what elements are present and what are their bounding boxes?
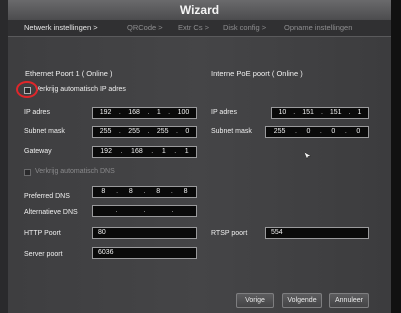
pref-dns-octet-2: 8 [128,188,133,195]
server-port-field[interactable]: 6036 [92,247,197,259]
cancel-button[interactable]: Annuleer [329,293,369,308]
poe-subnet-octet-3: 0 [331,128,336,135]
previous-button[interactable]: Vorige [236,293,274,308]
auto-dns-checkbox[interactable] [24,169,31,176]
tab-disk-config[interactable]: Disk config > [223,21,266,35]
gateway-octet-4: 1 [184,148,189,155]
http-port-field[interactable]: 80 [92,227,197,239]
poe-ip-octet-3: 151 [329,109,342,116]
monitor-bezel-left [0,0,8,313]
poe-subnet-mask-field[interactable]: 255. 0. 0. 0 [265,126,369,138]
ip-octet-3: 1 [156,109,161,116]
subnet-octet-4: 0 [185,128,190,135]
ip-octet-4: 100 [177,109,190,116]
monitor-bezel-right [391,0,401,313]
wizard-panel [8,20,391,313]
window-title: Wizard [8,0,391,20]
preferred-dns-field[interactable]: 8. 8. 8. 8 [92,186,197,198]
gateway-label: Gateway [24,148,52,155]
ip-address-field[interactable]: 192. 168. 1. 100 [92,107,197,119]
auto-dns-label: Verkrijg automatisch DNS [35,168,115,175]
gateway-octet-1: 192 [100,148,112,155]
ip-address-label: IP adres [24,109,50,116]
preferred-dns-label: Preferred DNS [24,193,70,200]
pref-dns-octet-1: 8 [101,188,106,195]
rtsp-port-label: RTSP poort [211,230,248,237]
pref-dns-octet-3: 8 [156,188,161,195]
tab-network-settings[interactable]: Netwerk instellingen > [24,21,98,35]
subnet-octet-2: 255 [128,128,140,135]
poe-ip-octet-4: 1 [357,109,362,116]
poe-subnet-octet-1: 255 [273,128,286,135]
gateway-field[interactable]: 192. 168. 1. 1 [92,146,197,158]
ip-octet-1: 192 [99,109,112,116]
rtsp-port-field[interactable]: 554 [265,227,369,239]
poe-subnet-octet-4: 0 [356,128,361,135]
subnet-octet-1: 255 [99,128,112,135]
ethernet-port-title: Ethernet Poort 1 ( Online ) [25,69,113,78]
poe-port-title: Interne PoE poort ( Online ) [211,69,303,78]
http-port-label: HTTP Poort [24,230,61,237]
next-button[interactable]: Volgende [282,293,322,308]
subnet-octet-3: 255 [156,128,169,135]
subnet-mask-field[interactable]: 255. 255. 255. 0 [92,126,197,138]
poe-subnet-mask-label: Subnet mask [211,128,252,135]
gateway-octet-2: 168 [131,148,143,155]
subnet-mask-label: Subnet mask [24,128,65,135]
alternate-dns-label: Alternatieve DNS [24,209,78,216]
pref-dns-octet-4: 8 [183,188,188,195]
gateway-octet-3: 1 [161,148,166,155]
auto-ip-label: Verkrijg automatisch IP adres [35,86,126,93]
poe-ip-octet-2: 151 [302,109,314,116]
poe-ip-address-field[interactable]: 10. 151. 151. 1 [271,107,369,119]
annotation-circle [16,81,38,98]
tab-recording-settings[interactable]: Opname instellingen [284,21,352,35]
tab-extra[interactable]: Extr Cs > [178,21,209,35]
server-port-label: Server poort [24,251,63,258]
tab-qrcode[interactable]: QRCode > [127,21,163,35]
poe-ip-octet-1: 10 [278,109,287,116]
mouse-cursor-icon [303,151,312,160]
poe-ip-address-label: IP adres [211,109,237,116]
alternate-dns-field[interactable]: . . . [92,205,197,217]
ip-octet-2: 168 [128,109,140,116]
poe-subnet-octet-2: 0 [306,128,311,135]
